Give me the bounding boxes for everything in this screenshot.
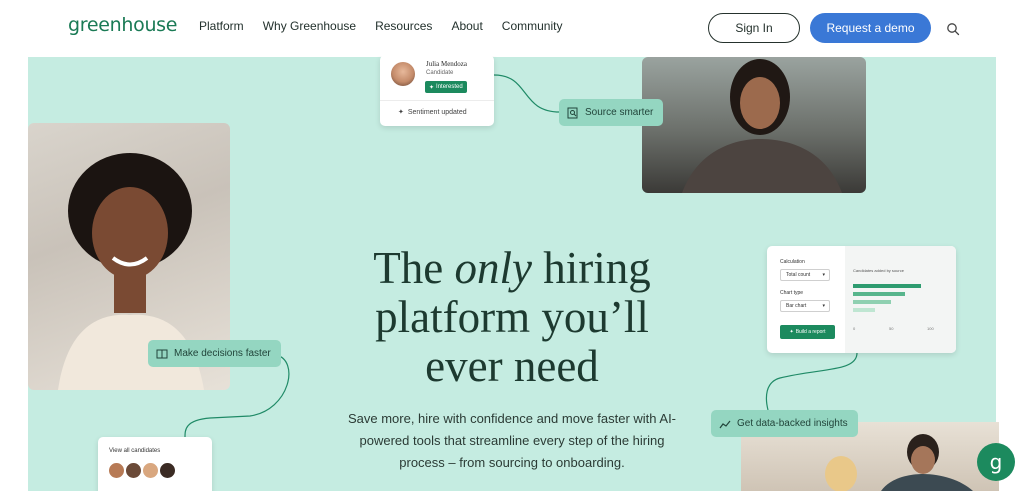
make-decisions-tag: Make decisions faster xyxy=(148,340,281,367)
tag-label: Make decisions faster xyxy=(174,348,271,359)
calculation-select[interactable]: Total count ▾ xyxy=(780,269,830,281)
calculation-value: Total count xyxy=(786,272,811,278)
hero-headline: The only hiring platform you’ll ever nee… xyxy=(340,244,684,391)
tick-label: 50 xyxy=(889,326,894,331)
search-document-icon xyxy=(567,107,578,118)
avatar xyxy=(108,462,125,479)
main-nav: Platform Why Greenhouse Resources About … xyxy=(199,19,581,33)
nav-community[interactable]: Community xyxy=(502,19,563,33)
tag-label: Get data-backed insights xyxy=(737,418,848,429)
preview-bar xyxy=(853,292,905,296)
headline-part: The xyxy=(373,243,455,293)
avatar xyxy=(125,462,142,479)
hero-subtext: Save more, hire with confidence and move… xyxy=(347,411,677,470)
view-all-candidates-card[interactable]: View all candidates xyxy=(98,437,212,491)
tick-label: 0 xyxy=(853,326,856,331)
chevron-down-icon: ▾ xyxy=(822,272,825,278)
source-smarter-tag: Source smarter xyxy=(559,99,664,126)
calculation-label: Calculation xyxy=(780,259,805,265)
compare-icon xyxy=(156,349,168,358)
preview-bar xyxy=(853,308,875,312)
nav-why-greenhouse[interactable]: Why Greenhouse xyxy=(263,19,356,33)
chart-type-select[interactable]: Bar chart ▾ xyxy=(780,300,830,312)
badge-label: Interested xyxy=(436,84,463,90)
report-controls: Calculation Total count ▾ Chart type Bar… xyxy=(767,246,845,353)
headline-emphasis: only xyxy=(454,243,532,293)
chart-type-label: Chart type xyxy=(780,290,804,296)
man-photo xyxy=(642,57,866,193)
top-nav: greenhouse Platform Why Greenhouse Resou… xyxy=(0,0,1024,56)
candidate-role: Candidate xyxy=(426,70,454,76)
request-demo-button[interactable]: Request a demo xyxy=(810,13,931,43)
sparkle-icon: ✦ xyxy=(398,109,404,116)
report-preview: Candidates added by source 0 50 100 xyxy=(845,246,956,353)
page: greenhouse Platform Why Greenhouse Resou… xyxy=(0,0,1024,491)
nav-platform[interactable]: Platform xyxy=(199,19,244,33)
candidate-name: Julia Mendoza xyxy=(426,60,468,68)
sentiment-label: Sentiment updated xyxy=(407,108,467,116)
build-report-button[interactable]: ✦ Build a report xyxy=(780,325,835,339)
avatar xyxy=(142,462,159,479)
avatar xyxy=(159,462,176,479)
interested-badge: ✦ Interested xyxy=(425,81,467,93)
build-report-label: Build a report xyxy=(795,329,826,335)
preview-bar xyxy=(853,300,891,304)
chart-type-value: Bar chart xyxy=(786,303,807,309)
chat-launcher-button[interactable]: g xyxy=(977,443,1015,481)
greenhouse-g-icon: g xyxy=(989,450,1003,474)
report-builder-card: Calculation Total count ▾ Chart type Bar… xyxy=(767,246,956,353)
chart-title: Candidates added by source xyxy=(853,268,904,273)
chevron-down-icon: ▾ xyxy=(822,303,825,309)
search-icon[interactable] xyxy=(946,22,960,36)
candidate-avatar xyxy=(391,62,415,86)
trend-chart-icon xyxy=(719,420,731,428)
sentiment-status: ✦ Sentiment updated xyxy=(398,108,467,117)
preview-bar xyxy=(853,284,921,288)
divider xyxy=(380,100,494,101)
sign-in-button[interactable]: Sign In xyxy=(708,13,800,43)
tick-label: 100 xyxy=(927,326,934,331)
greenhouse-logo[interactable]: greenhouse xyxy=(68,14,177,36)
view-all-title: View all candidates xyxy=(109,448,161,454)
nav-resources[interactable]: Resources xyxy=(375,19,432,33)
sparkle-icon: ✦ xyxy=(429,84,435,91)
candidate-card: Julia Mendoza Candidate ✦ Interested ✦ S… xyxy=(380,55,494,126)
data-insights-tag: Get data-backed insights xyxy=(711,410,858,437)
tag-label: Source smarter xyxy=(585,107,654,118)
nav-about[interactable]: About xyxy=(451,19,482,33)
sparkle-icon: ✦ xyxy=(789,329,794,335)
